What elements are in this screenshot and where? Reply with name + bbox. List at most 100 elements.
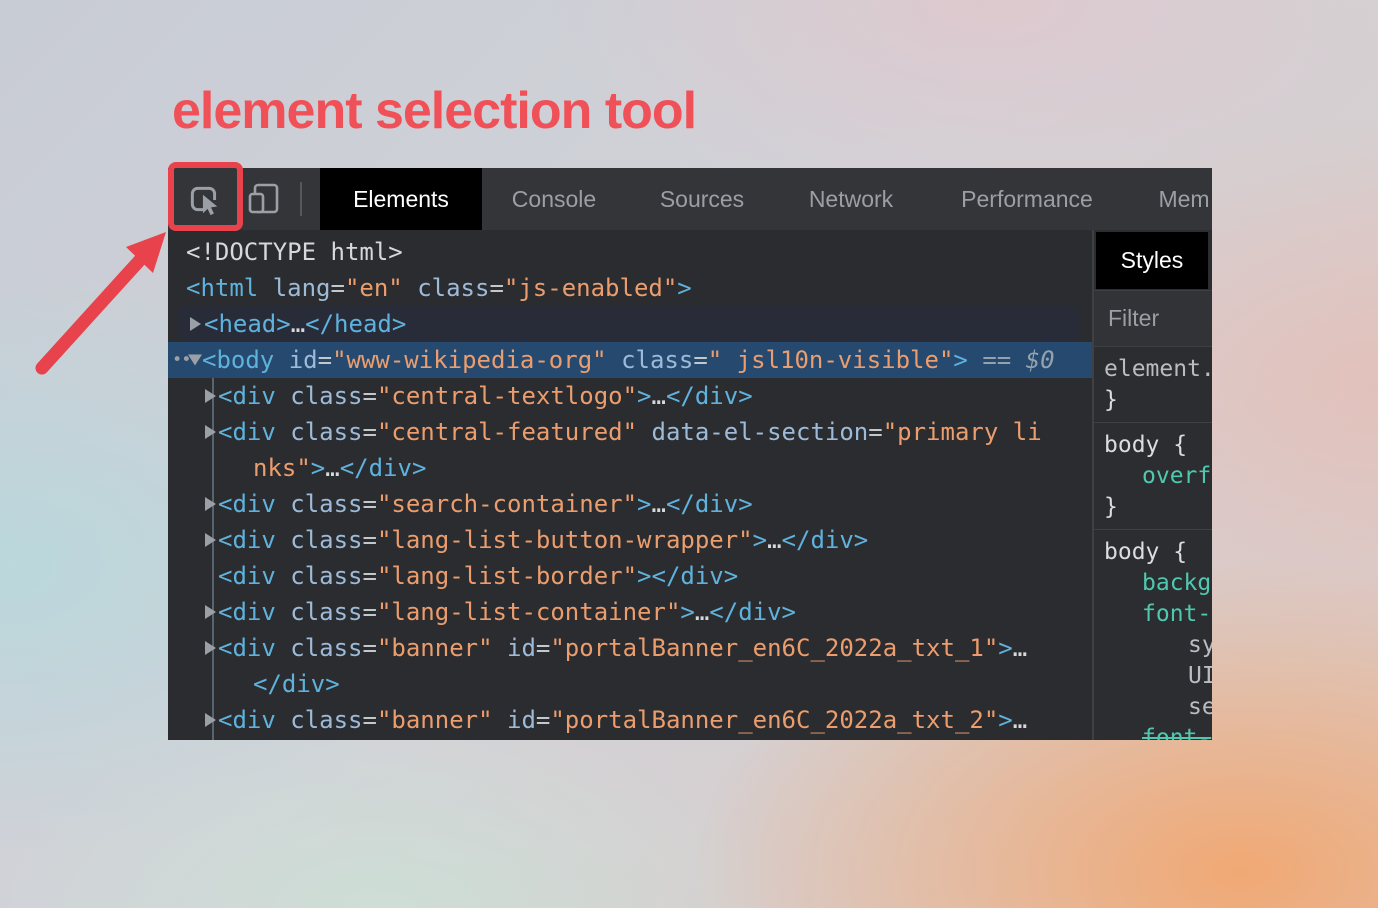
code-token — [274, 346, 288, 374]
code-token: "portalBanner_en6C_2022a_txt_1" — [550, 634, 998, 662]
code-token — [968, 346, 982, 374]
code-token: > — [953, 346, 967, 374]
elements-tree: <!DOCTYPE html> <html lang="en" class="js… — [168, 230, 1092, 740]
code-token: = — [363, 598, 377, 626]
tab-mem[interactable]: Mem — [1153, 168, 1212, 230]
code-token: "lang-list-border" — [377, 562, 637, 590]
css-line: overf — [1094, 461, 1212, 492]
css-line: } — [1094, 385, 1212, 416]
code-token: = — [363, 706, 377, 734]
code-token: <!DOCTYPE html> — [186, 238, 403, 266]
code-token: = — [489, 274, 503, 302]
tree-row[interactable]: <div class="banner" id="portalBanner_en6… — [168, 630, 1092, 666]
tree-row[interactable]: <div class="search-container">…</div> — [168, 486, 1092, 522]
code-token: "www-wikipedia-org" — [332, 346, 607, 374]
css-line: UI — [1094, 661, 1212, 692]
code-token: id — [507, 634, 536, 662]
code-token: "portalBanner_en6C_2022a_txt_2" — [550, 706, 998, 734]
code-token: = — [363, 418, 377, 446]
expand-arrow-right-icon[interactable] — [205, 605, 216, 619]
code-token: "banner" — [377, 634, 493, 662]
code-token: ></div> — [637, 562, 738, 590]
tab-network[interactable]: Network — [801, 168, 901, 230]
css-rule-block: body {backgfont-syUIsefont- — [1094, 530, 1212, 740]
tree-row[interactable]: •••<body id="www-wikipedia-org" class=" … — [168, 342, 1092, 378]
code-token: <head> — [204, 310, 291, 338]
code-token: = — [536, 634, 550, 662]
code-token: class — [290, 418, 362, 446]
css-line: element. — [1094, 354, 1212, 385]
tree-row[interactable]: <head>…</head> — [178, 306, 1080, 342]
code-token — [276, 490, 290, 518]
tab-elements[interactable]: Elements — [320, 168, 482, 230]
tab-console[interactable]: Console — [504, 168, 604, 230]
code-token — [276, 706, 290, 734]
tree-row[interactable]: <div class="central-textlogo">…</div> — [168, 378, 1092, 414]
code-token: > — [753, 526, 767, 554]
code-token: = — [363, 562, 377, 590]
code-token: > — [998, 706, 1012, 734]
tree-row[interactable]: <div class="lang-list-container">…</div> — [168, 594, 1092, 630]
tree-row[interactable]: <!DOCTYPE html> — [168, 234, 1092, 270]
code-token: … — [291, 310, 305, 338]
code-token: … — [695, 598, 709, 626]
code-token: nks" — [253, 454, 311, 482]
code-token: </div> — [253, 670, 340, 698]
code-token: > — [637, 490, 651, 518]
tree-row[interactable]: nks">…</div> — [168, 450, 1092, 486]
expand-arrow-right-icon[interactable] — [205, 533, 216, 547]
expand-arrow-right-icon[interactable] — [205, 497, 216, 511]
code-token — [258, 274, 272, 302]
expand-arrow-right-icon[interactable] — [205, 389, 216, 403]
css-line: sy — [1094, 630, 1212, 661]
device-toolbar-icon[interactable] — [247, 181, 283, 217]
code-token: class — [621, 346, 693, 374]
expand-arrow-right-icon[interactable] — [205, 713, 216, 727]
code-token: = — [868, 418, 882, 446]
code-token — [276, 526, 290, 554]
tree-row[interactable]: <div class="central-featured" data-el-se… — [168, 414, 1092, 450]
expand-arrow-right-icon[interactable] — [205, 641, 216, 655]
expand-arrow-right-icon[interactable] — [190, 317, 201, 331]
code-token: class — [290, 598, 362, 626]
tab-performance[interactable]: Performance — [957, 168, 1097, 230]
code-token — [637, 418, 651, 446]
styles-rules: element.}body {overf}body {backgfont-syU… — [1094, 347, 1212, 740]
code-token: class — [417, 274, 489, 302]
css-line: backg — [1094, 568, 1212, 599]
code-token: id — [507, 706, 536, 734]
code-token: "lang-list-button-wrapper" — [377, 526, 753, 554]
code-token: <div — [218, 418, 276, 446]
code-token — [276, 634, 290, 662]
code-token: == — [982, 346, 1011, 374]
code-token: <html — [186, 274, 258, 302]
code-token: </div> — [666, 490, 753, 518]
tree-row[interactable]: <html lang="en" class="js-enabled"> — [168, 270, 1092, 306]
code-token: <div — [218, 526, 276, 554]
tab-styles[interactable]: Styles — [1096, 232, 1208, 289]
code-token — [276, 382, 290, 410]
tree-row[interactable]: </div> — [168, 666, 1092, 702]
styles-filter-input[interactable]: Filter — [1094, 290, 1212, 347]
code-token: <div — [218, 634, 276, 662]
code-token: " jsl10n-visible" — [708, 346, 954, 374]
code-token: "primary li — [883, 418, 1042, 446]
tab-sources[interactable]: Sources — [652, 168, 752, 230]
tree-row[interactable]: <div class="lang-list-border"></div> — [168, 558, 1092, 594]
expand-arrow-down-icon[interactable] — [188, 355, 202, 366]
page-title: element selection tool — [172, 84, 696, 138]
code-token: </div> — [782, 526, 869, 554]
code-token: id — [289, 346, 318, 374]
code-token: class — [290, 526, 362, 554]
code-token: = — [363, 382, 377, 410]
tree-row[interactable]: <div class="banner" id="portalBanner_en6… — [168, 702, 1092, 738]
code-token: "banner" — [377, 706, 493, 734]
tree-row[interactable]: <div class="lang-list-button-wrapper">…<… — [168, 522, 1092, 558]
expand-arrow-right-icon[interactable] — [205, 425, 216, 439]
code-token — [403, 274, 417, 302]
code-token: <div — [218, 562, 276, 590]
code-token — [276, 598, 290, 626]
code-token: <div — [218, 706, 276, 734]
code-token: class — [290, 490, 362, 518]
toolbar-separator — [300, 182, 302, 216]
